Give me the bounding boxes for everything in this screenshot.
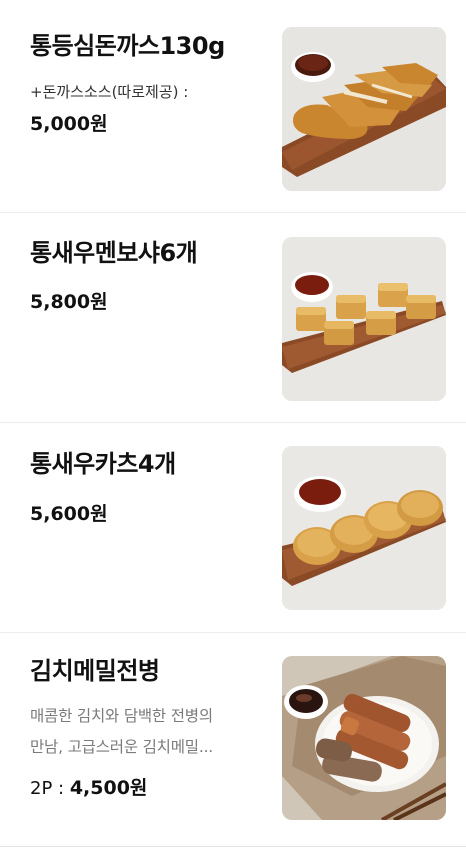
menu-item-info: 통새우카츠4개 5,600원: [30, 423, 265, 527]
menu-item-name: 통새우멘보샤6개: [30, 239, 198, 267]
menu-item-price: 5,000원: [30, 113, 108, 135]
menu-item-description: +돈까스소스(따로제공) :: [30, 83, 189, 101]
shrimp-menbosha-image: [282, 237, 446, 401]
menu-item-name: 김치메밀전병: [30, 657, 160, 685]
menu-item-name: 통등심돈까스130g: [30, 32, 225, 60]
pork-cutlet-image: [282, 27, 446, 191]
menu-item-quantity-price: 2P : 4,500원: [30, 775, 270, 802]
menu-item-info: 통새우멘보샤6개 5,800원: [30, 213, 265, 315]
menu-item-description-line-2: 만남, 고급스러운 김치메밀...: [30, 738, 214, 756]
menu-item-name: 통새우카츠4개: [30, 450, 176, 478]
menu-list: 통등심돈까스130g +돈까스소스(따로제공) : 5,000원 통새우멘보샤6…: [0, 0, 466, 856]
menu-item-pork-cutlet[interactable]: 통등심돈까스130g +돈까스소스(따로제공) : 5,000원: [0, 0, 466, 213]
shrimp-katsu-image: [282, 446, 446, 610]
menu-item-info: 통등심돈까스130g +돈까스소스(따로제공) : 5,000원: [30, 0, 265, 137]
menu-item-shrimp-menbosha[interactable]: 통새우멘보샤6개 5,800원: [0, 213, 466, 423]
menu-item-quantity: 2P :: [30, 778, 65, 799]
menu-item-price: 5,600원: [30, 503, 108, 525]
menu-item-price: 4,500원: [69, 777, 148, 799]
menu-item-price: 5,800원: [30, 291, 108, 313]
menu-item-kimchi-buckwheat-crepe[interactable]: 김치메밀전병 매콤한 김치와 담백한 전병의 만남, 고급스러운 김치메밀...…: [0, 633, 466, 847]
menu-item-description-line-1: 매콤한 김치와 담백한 전병의: [30, 707, 213, 725]
menu-item-shrimp-katsu[interactable]: 통새우카츠4개 5,600원: [0, 423, 466, 633]
menu-item-info: 김치메밀전병 매콤한 김치와 담백한 전병의 만남, 고급스러운 김치메밀...…: [30, 633, 270, 802]
kimchi-buckwheat-crepe-image: [282, 656, 446, 820]
